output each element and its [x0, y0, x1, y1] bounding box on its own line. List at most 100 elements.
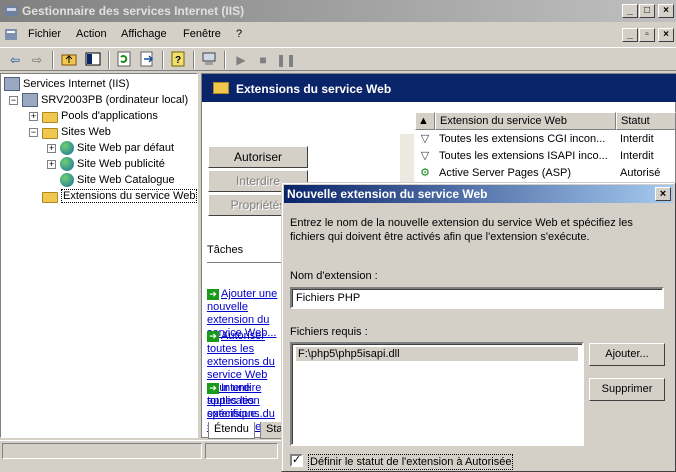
up-folder-icon[interactable]	[60, 51, 78, 69]
forward-arrow-icon[interactable]: ⇨	[28, 51, 46, 69]
toolbar: ⇦ ⇨ ? ▶ ■ ❚❚	[0, 47, 676, 71]
tree-site-catalogue[interactable]: Site Web Catalogue	[60, 172, 175, 188]
globe-icon	[60, 157, 74, 172]
tree-server-label: SRV2003PB (ordinateur local)	[41, 94, 189, 106]
globe-icon	[60, 173, 74, 188]
green-arrow-icon: ➔	[207, 330, 219, 342]
show-hide-tree-icon[interactable]	[84, 51, 102, 69]
folder-icon	[42, 127, 58, 139]
row-status: Interdit	[620, 133, 654, 145]
stop-icon[interactable]: ■	[254, 51, 272, 69]
iis-root-icon	[4, 77, 20, 92]
row-name: Active Server Pages (ASP)	[439, 167, 572, 179]
details-header-title: Extensions du service Web	[236, 82, 392, 96]
folder-icon	[213, 82, 229, 94]
window-title: Gestionnaire des services Internet (IIS)	[22, 4, 245, 18]
menu-fichier[interactable]: Fichier	[28, 28, 61, 40]
svg-text:?: ?	[175, 55, 181, 66]
list-item[interactable]: ▽ Toutes les extensions CGI incon... Int…	[417, 131, 675, 148]
status-cell	[2, 443, 202, 459]
minimize-button[interactable]: _	[622, 4, 638, 18]
tree-root[interactable]: Services Internet (IIS)	[4, 76, 129, 92]
toolbar-separator	[162, 51, 164, 69]
expander-site1[interactable]: +	[47, 144, 56, 153]
menu-help[interactable]: ?	[236, 28, 242, 40]
window-titlebar: Gestionnaire des services Internet (IIS)…	[0, 0, 676, 22]
tree-site-publicite[interactable]: Site Web publicité	[60, 156, 165, 172]
mmc-doc-icon	[4, 27, 19, 42]
tree-server[interactable]: SRV2003PB (ordinateur local)	[22, 92, 188, 108]
extension-name-input[interactable]: Fichiers PHP	[290, 287, 664, 309]
folder-icon	[42, 111, 58, 123]
list-item[interactable]: F:\php5\php5isapi.dll	[296, 347, 578, 361]
close-button[interactable]: ×	[658, 4, 674, 18]
tree-site2-label: Site Web publicité	[77, 158, 165, 170]
expander-pools[interactable]: +	[29, 112, 38, 121]
menu-action[interactable]: Action	[76, 28, 107, 40]
tree-site1-label: Site Web par défaut	[77, 142, 175, 154]
allow-status-checkbox[interactable]: ✓	[290, 454, 303, 467]
export-list-icon[interactable]	[138, 51, 156, 69]
iis-app-icon	[4, 3, 19, 18]
dialog-description: Entrez le nom de la nouvelle extension d…	[290, 217, 633, 243]
refresh-icon[interactable]	[115, 51, 133, 69]
server-icon	[22, 93, 38, 108]
row-status: Interdit	[620, 150, 654, 162]
list-item[interactable]: ▽ Toutes les extensions ISAPI inco... In…	[417, 148, 675, 165]
list-item[interactable]: ⚙ Active Server Pages (ASP) Autorisé	[417, 165, 675, 182]
green-arrow-icon: ➔	[207, 382, 219, 394]
tree-site-default[interactable]: Site Web par défaut	[60, 140, 174, 156]
sort-arrow-icon[interactable]: ▲	[415, 112, 435, 130]
back-arrow-icon[interactable]: ⇦	[6, 51, 24, 69]
extension-name-label: Nom d'extension :	[290, 270, 378, 282]
remove-file-button[interactable]: Supprimer	[589, 378, 665, 401]
details-header: Extensions du service Web	[202, 74, 676, 102]
menu-bar: Fichier Action Affichage Fenêtre ? _ ▫ ×	[0, 24, 676, 46]
required-files-list[interactable]: F:\php5\php5isapi.dll	[290, 342, 584, 446]
menu-affichage[interactable]: Affichage	[121, 28, 167, 40]
toolbar-separator	[52, 51, 54, 69]
folder-icon	[42, 191, 58, 203]
dialog-title: Nouvelle extension du service Web	[287, 187, 488, 201]
tree-site3-label: Site Web Catalogue	[77, 174, 175, 186]
column-status[interactable]: Statut	[616, 112, 676, 130]
menu-fenetre[interactable]: Fenêtre	[183, 28, 221, 40]
child-close-button[interactable]: ×	[658, 28, 674, 42]
filter-icon: ▽	[420, 133, 430, 145]
maximize-button[interactable]: □	[639, 4, 655, 18]
expander-server[interactable]: −	[9, 96, 18, 105]
tree-extensions[interactable]: Extensions du service Web	[42, 188, 198, 204]
add-file-button[interactable]: Ajouter...	[589, 343, 665, 366]
new-extension-dialog: Nouvelle extension du service Web × Entr…	[281, 182, 676, 472]
tree-pools[interactable]: Pools d'applications	[42, 108, 158, 124]
play-icon[interactable]: ▶	[232, 51, 250, 69]
filter-icon: ▽	[420, 150, 430, 162]
tree-pools-label: Pools d'applications	[61, 110, 158, 122]
allow-status-label[interactable]: Définir le statut de l'extension à Autor…	[308, 454, 514, 470]
row-status: Autorisé	[620, 167, 661, 179]
green-arrow-icon: ➔	[207, 288, 219, 300]
tree-sites[interactable]: Sites Web	[42, 124, 111, 140]
row-name: Toutes les extensions ISAPI inco...	[439, 150, 608, 162]
asp-icon: ⚙	[420, 167, 430, 179]
child-minimize-button[interactable]: _	[622, 28, 638, 42]
required-files-label: Fichiers requis :	[290, 326, 368, 338]
toolbar-separator	[193, 51, 195, 69]
help-icon[interactable]: ?	[169, 51, 187, 69]
expander-sites[interactable]: −	[29, 128, 38, 137]
column-extension[interactable]: Extension du service Web	[435, 112, 616, 130]
expander-site2[interactable]: +	[47, 160, 56, 169]
tree-root-label: Services Internet (IIS)	[23, 78, 130, 90]
tree-sites-label: Sites Web	[61, 126, 111, 138]
tree-pane: Services Internet (IIS) − SRV2003PB (ord…	[0, 73, 198, 438]
dialog-titlebar: Nouvelle extension du service Web ×	[284, 185, 673, 203]
tasks-divider	[207, 262, 281, 263]
toolbar-separator	[108, 51, 110, 69]
tab-extended[interactable]: Étendu	[208, 422, 255, 439]
dialog-close-button[interactable]: ×	[655, 187, 671, 201]
pause-icon[interactable]: ❚❚	[276, 51, 296, 69]
tasks-heading: Tâches	[207, 244, 244, 256]
allow-button[interactable]: Autoriser	[208, 146, 308, 168]
child-restore-button[interactable]: ▫	[639, 28, 655, 42]
computer-icon[interactable]	[200, 51, 218, 69]
